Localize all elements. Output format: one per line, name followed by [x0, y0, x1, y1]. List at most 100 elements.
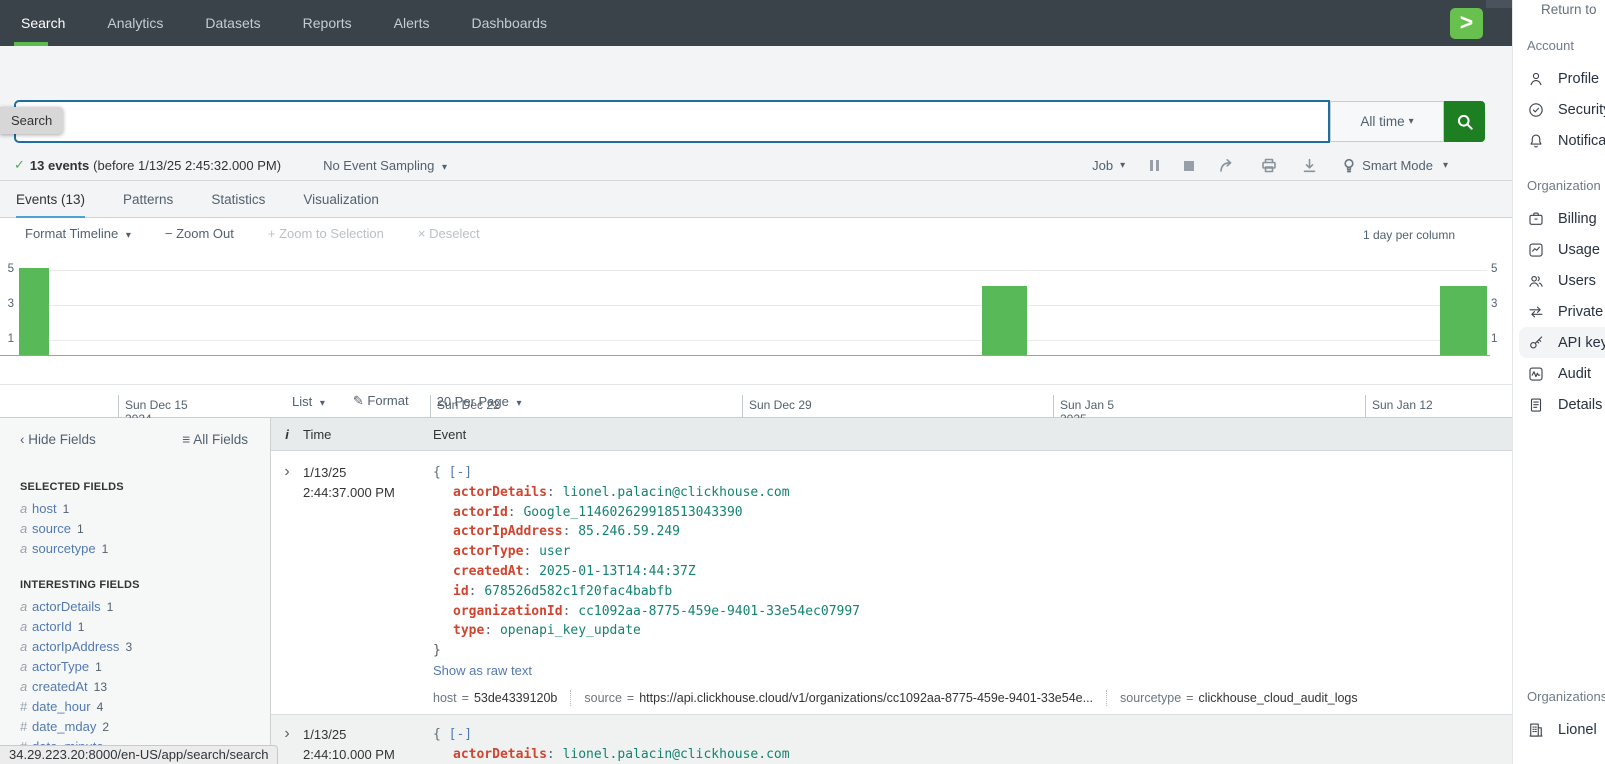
- list-view-menu[interactable]: List ▾: [292, 394, 325, 409]
- field-item-actorType[interactable]: aactorType1: [20, 659, 102, 674]
- share-button[interactable]: [1219, 158, 1236, 173]
- search-query-input[interactable]: *: [14, 100, 1330, 143]
- panel-item-organization-lionel[interactable]: Lionel: [1513, 714, 1605, 745]
- job-menu[interactable]: Job▾: [1092, 158, 1125, 173]
- panel-item-private-endpoints[interactable]: Private endpoints: [1513, 296, 1605, 327]
- show-raw-text-link[interactable]: Show as raw text: [433, 663, 1512, 678]
- field-type-prefix: a: [20, 659, 32, 674]
- usage-chart-icon: [1527, 241, 1545, 259]
- nav-tab-search[interactable]: Search: [0, 0, 86, 46]
- nav-tab-datasets[interactable]: Datasets: [184, 0, 281, 46]
- json-collapse-toggle[interactable]: [-]: [449, 727, 472, 742]
- expand-event-toggle[interactable]: ›: [271, 463, 303, 706]
- organization-section-title: Organization: [1527, 178, 1601, 193]
- tab-patterns[interactable]: Patterns: [123, 182, 173, 218]
- panel-item-profile[interactable]: Profile: [1513, 63, 1605, 94]
- timeline-controls: Format Timeline ▾ − Zoom Out + Zoom to S…: [25, 226, 480, 241]
- json-key[interactable]: type: [453, 623, 484, 638]
- hide-fields-button[interactable]: ‹ Hide Fields: [20, 432, 96, 447]
- organization-icon: [1527, 721, 1545, 739]
- timeline-bar[interactable]: [982, 286, 1027, 355]
- event-sampling-menu[interactable]: No Event Sampling ▾: [323, 158, 447, 173]
- zoom-out-button[interactable]: − Zoom Out: [165, 226, 234, 241]
- json-key[interactable]: actorDetails: [453, 747, 547, 762]
- json-key[interactable]: actorType: [453, 544, 523, 559]
- stop-button[interactable]: [1184, 161, 1194, 171]
- return-to-link[interactable]: Return to: [1541, 2, 1597, 17]
- tab-statistics[interactable]: Statistics: [211, 182, 265, 218]
- panel-item-security[interactable]: Security: [1513, 94, 1605, 125]
- json-value[interactable]: openapi_key_update: [500, 623, 641, 638]
- panel-item-notifications[interactable]: Notifications: [1513, 125, 1605, 156]
- panel-item-users[interactable]: Users: [1513, 265, 1605, 296]
- timeline-bar[interactable]: [19, 268, 49, 355]
- format-timeline-menu[interactable]: Format Timeline ▾: [25, 226, 131, 241]
- field-item-actorIpAddress[interactable]: aactorIpAddress3: [20, 639, 132, 654]
- json-key[interactable]: organizationId: [453, 604, 563, 619]
- panel-item-billing[interactable]: Billing: [1513, 203, 1605, 234]
- json-value[interactable]: lionel.palacin@clickhouse.com: [563, 485, 790, 500]
- field-item-date_hour[interactable]: #date_hour4: [20, 699, 103, 714]
- timeline-bar[interactable]: [1440, 286, 1487, 355]
- nav-tab-analytics[interactable]: Analytics: [86, 0, 184, 46]
- per-page-menu[interactable]: 20 Per Page ▾: [437, 394, 522, 409]
- panel-item-audit[interactable]: Audit: [1513, 358, 1605, 389]
- json-key[interactable]: createdAt: [453, 564, 523, 579]
- tab-events[interactable]: Events (13): [16, 182, 85, 218]
- field-item-host[interactable]: ahost1: [20, 501, 69, 516]
- search-submit-button[interactable]: [1444, 101, 1485, 142]
- all-fields-button[interactable]: ≡ All Fields: [182, 432, 248, 447]
- time-range-picker[interactable]: All time ▾: [1330, 101, 1444, 142]
- event-time: 1/13/25 2:44:37.000 PM: [303, 463, 433, 706]
- panel-item-api-keys[interactable]: API keys: [1519, 327, 1605, 358]
- y-tick-label: 5: [1491, 263, 1497, 275]
- x-icon: ×: [418, 226, 426, 241]
- field-item-createdAt[interactable]: acreatedAt13: [20, 679, 107, 694]
- page-header: New Search Search Save As▾ Create Table …: [0, 46, 1512, 100]
- json-value[interactable]: 678526d582c1f20fac4babfb: [484, 584, 672, 599]
- zoom-to-selection-button[interactable]: + Zoom to Selection: [268, 226, 384, 241]
- nav-tab-alerts[interactable]: Alerts: [373, 0, 451, 46]
- list-view-label: List: [292, 394, 312, 409]
- json-value[interactable]: 2025-01-13T14:44:37Z: [539, 564, 696, 579]
- splunk-logo[interactable]: >: [1450, 8, 1483, 39]
- zoom-to-selection-label: Zoom to Selection: [279, 226, 384, 241]
- zoom-out-label: Zoom Out: [176, 226, 234, 241]
- panel-item-details[interactable]: Details: [1513, 389, 1605, 420]
- info-column-header: i: [271, 427, 303, 442]
- format-timeline-label: Format Timeline: [25, 226, 118, 241]
- json-key[interactable]: id: [453, 584, 469, 599]
- fields-sidebar-header: ‹ Hide Fields ≡ All Fields: [20, 432, 248, 447]
- json-value[interactable]: 85.246.59.249: [578, 524, 680, 539]
- nav-tab-dashboards[interactable]: Dashboards: [450, 0, 568, 46]
- export-button[interactable]: [1302, 158, 1317, 173]
- json-value[interactable]: user: [539, 544, 570, 559]
- field-item-actorId[interactable]: aactorId1: [20, 619, 84, 634]
- share-icon: [1219, 158, 1236, 173]
- deselect-button[interactable]: × Deselect: [418, 226, 480, 241]
- format-results-menu[interactable]: ✎ Format: [353, 393, 409, 409]
- json-key[interactable]: actorIpAddress: [453, 524, 563, 539]
- search-mode-menu[interactable]: Smart Mode ▾: [1342, 158, 1448, 174]
- json-key[interactable]: actorId: [453, 505, 508, 520]
- json-value[interactable]: cc1092aa-8775-459e-9401-33e54ec07997: [578, 604, 860, 619]
- meta-source[interactable]: source=https://api.clickhouse.cloud/v1/o…: [584, 691, 1093, 705]
- json-key[interactable]: actorDetails: [453, 485, 547, 500]
- tab-visualization[interactable]: Visualization: [303, 182, 379, 218]
- panel-item-usage[interactable]: Usage: [1513, 234, 1605, 265]
- nav-tab-reports[interactable]: Reports: [282, 0, 373, 46]
- field-name: date_mday: [32, 719, 96, 734]
- field-item-date_mday[interactable]: #date_mday2: [20, 719, 109, 734]
- meta-sourcetype[interactable]: sourcetype=clickhouse_cloud_audit_logs: [1120, 691, 1358, 705]
- field-count: 2: [102, 720, 109, 734]
- field-item-source[interactable]: asource1: [20, 521, 84, 536]
- json-collapse-toggle[interactable]: [-]: [449, 465, 472, 480]
- print-button[interactable]: [1261, 158, 1277, 173]
- tab-label: Events (13): [16, 192, 85, 207]
- json-value[interactable]: Google_114602629918513043390: [523, 505, 742, 520]
- pause-button[interactable]: [1150, 160, 1159, 171]
- json-value[interactable]: lionel.palacin@clickhouse.com: [563, 747, 790, 762]
- field-item-actorDetails[interactable]: aactorDetails1: [20, 599, 113, 614]
- meta-host[interactable]: host=53de4339120b: [433, 691, 557, 705]
- field-item-sourcetype[interactable]: asourcetype1: [20, 541, 108, 556]
